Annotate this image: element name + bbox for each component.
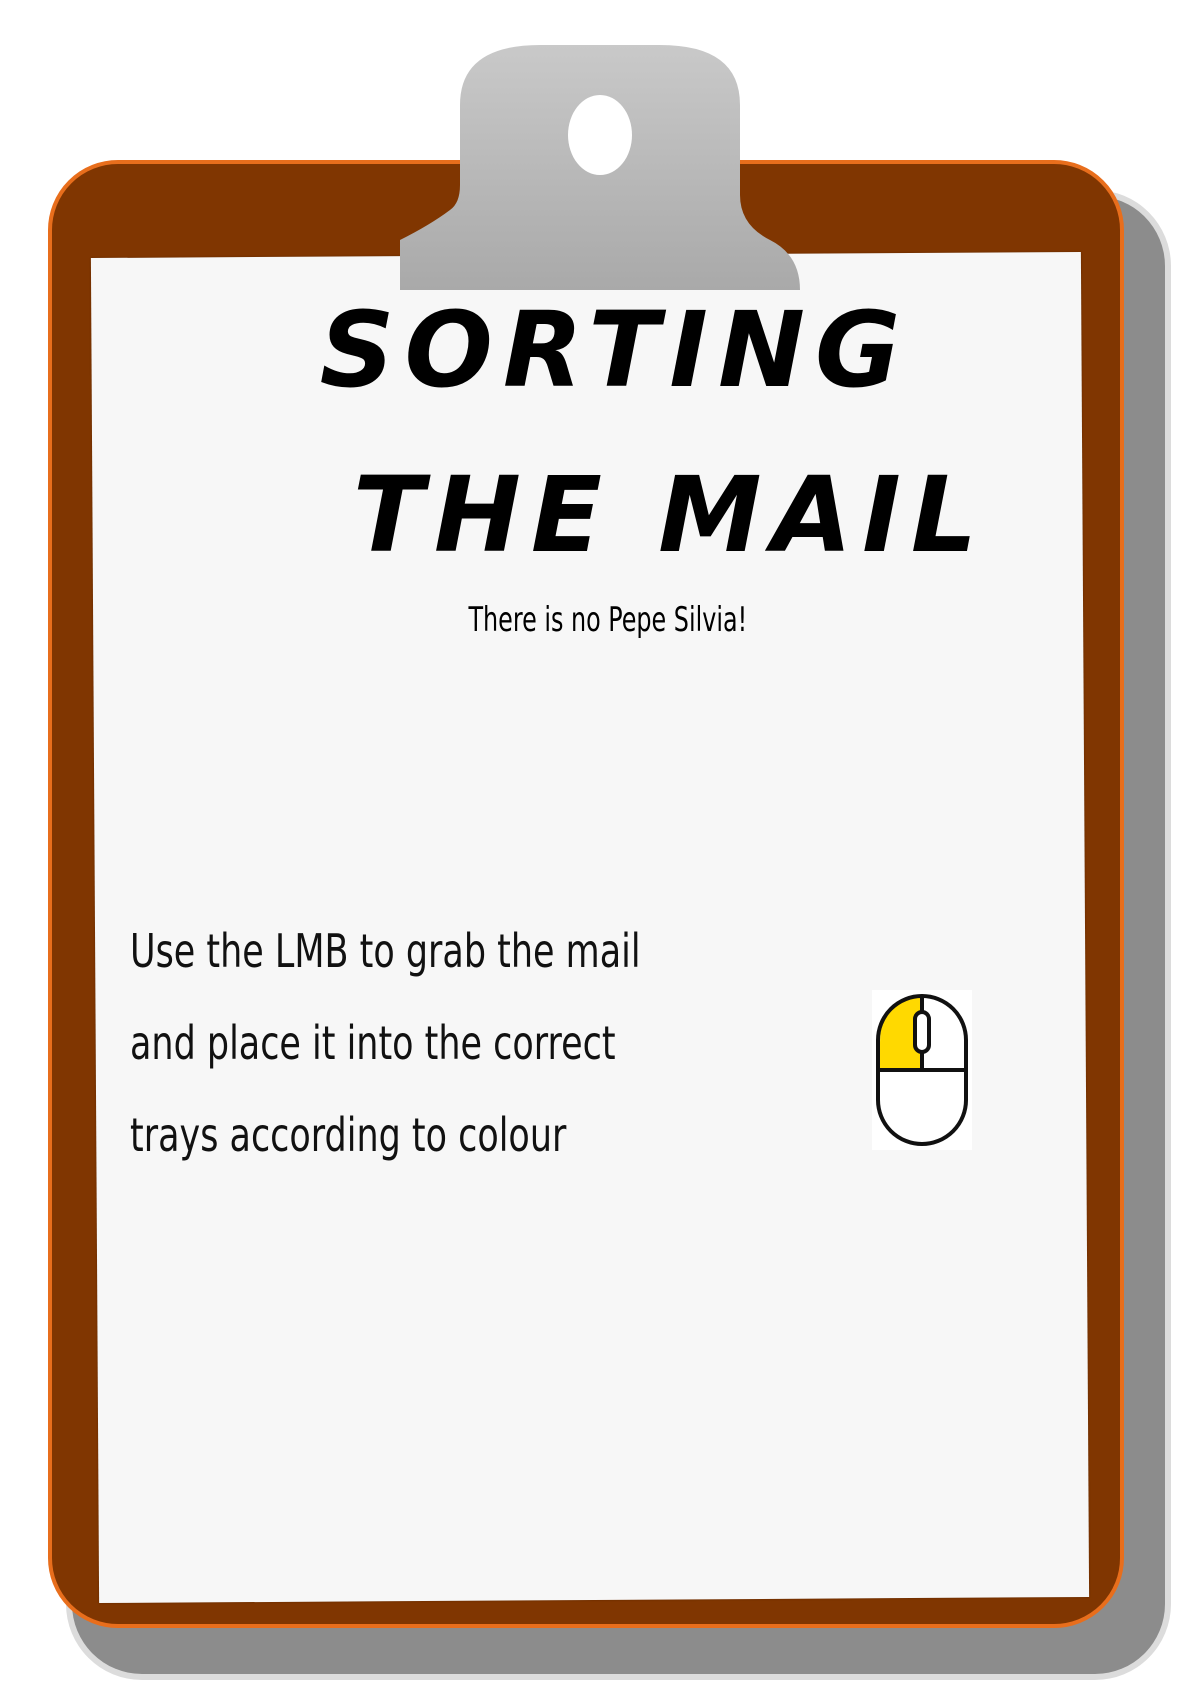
mouse-left-button-icon xyxy=(872,990,972,1150)
instructions-line-2: and place it into the correct xyxy=(130,1016,616,1070)
instructions-line-3: trays according to colour xyxy=(130,1108,567,1162)
clipboard-clip-icon xyxy=(400,45,800,290)
instructions-screen: SORTING THE MAIL There is no Pepe Silvia… xyxy=(0,0,1200,1697)
title-line-2: THE MAIL xyxy=(352,454,988,576)
subtitle: There is no Pepe Silvia! xyxy=(468,600,748,640)
instructions-line-1: Use the LMB to grab the mail xyxy=(130,924,641,978)
instructions-text: Use the LMB to grab the mail and place i… xyxy=(130,905,677,1181)
title-line-1: SORTING xyxy=(319,289,911,411)
